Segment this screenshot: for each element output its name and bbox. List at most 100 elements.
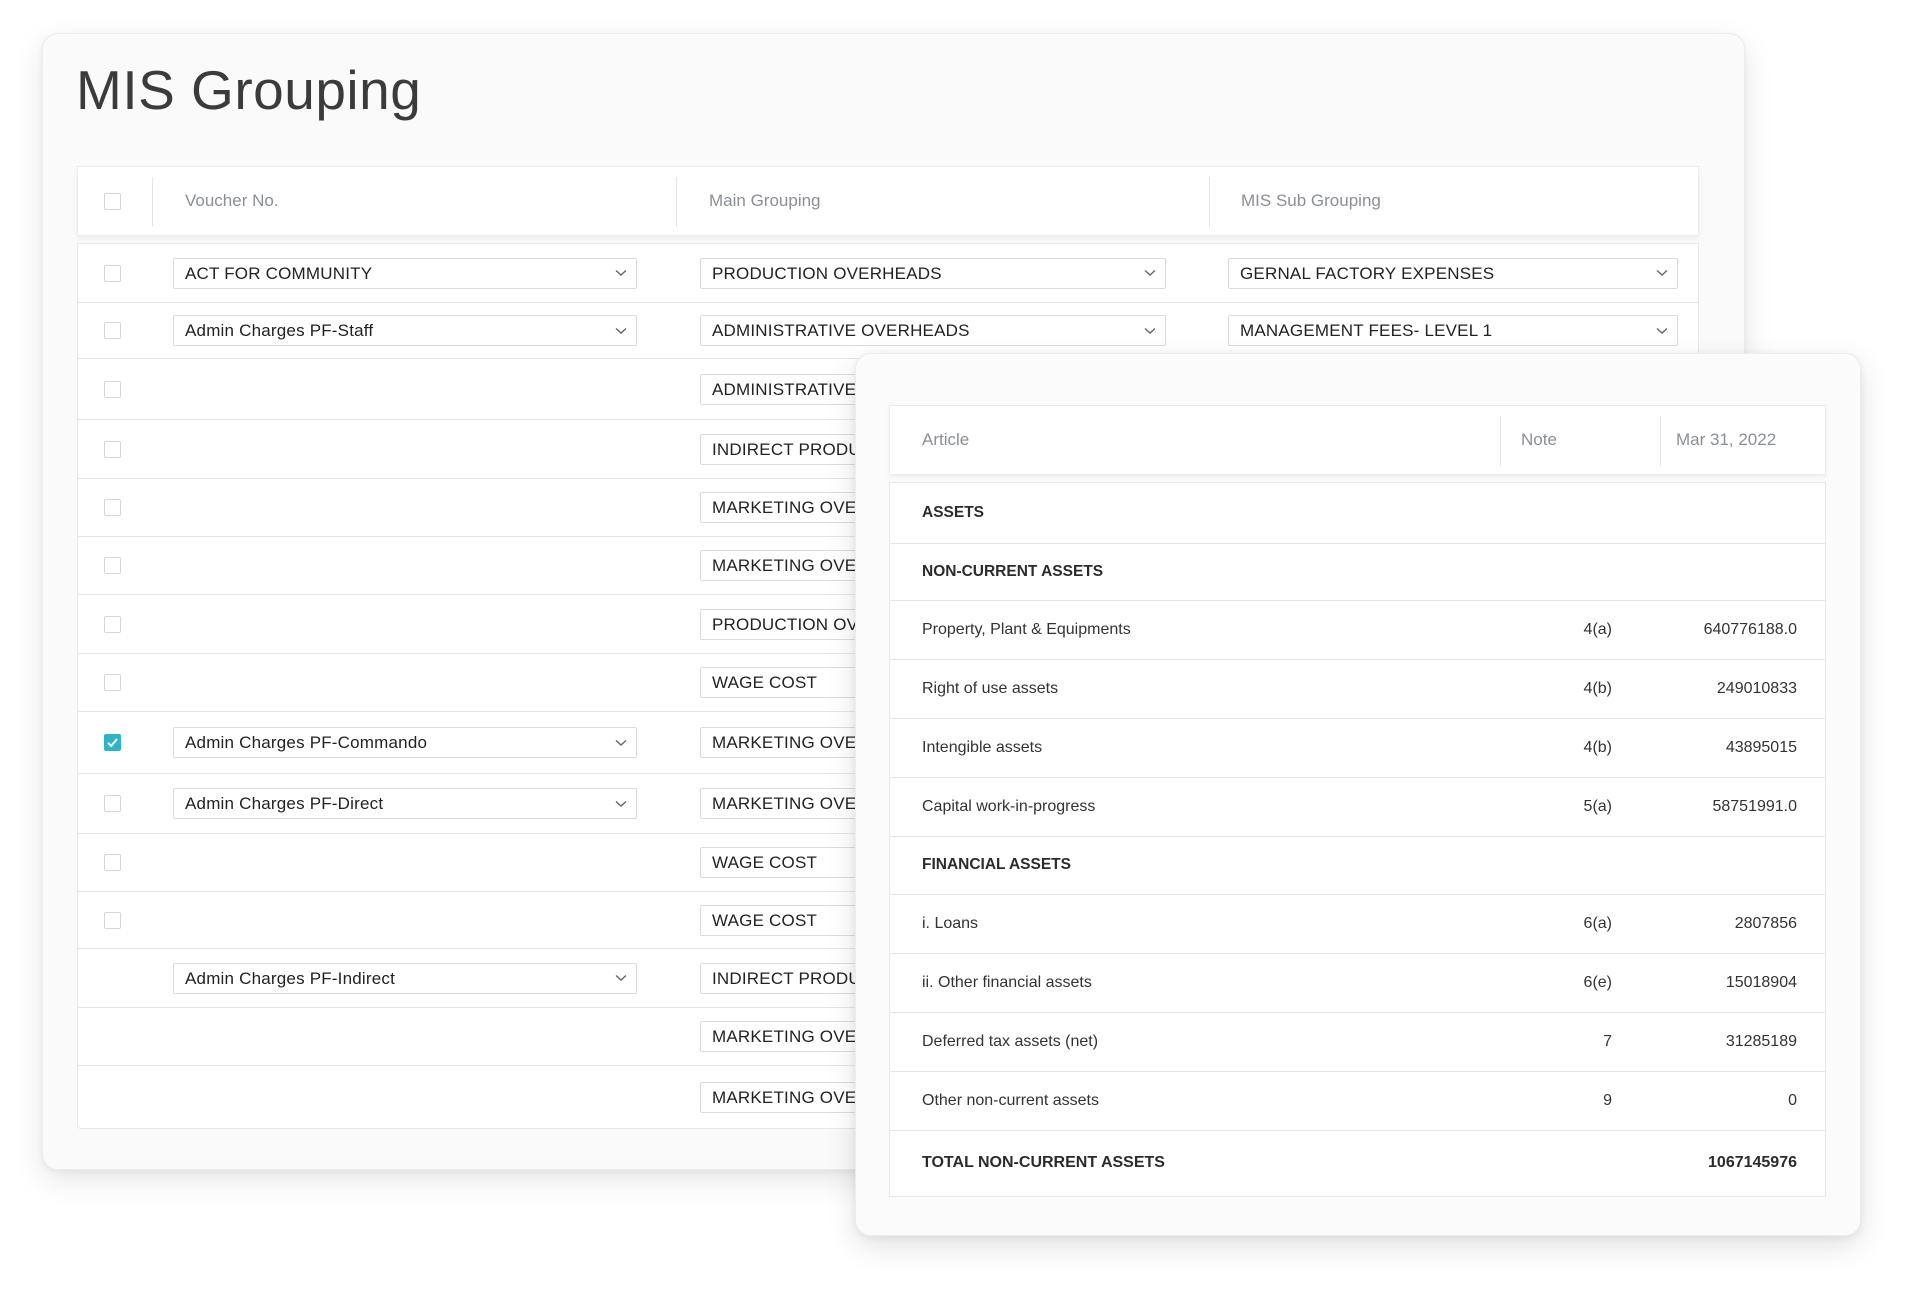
row-checkbox[interactable] [104, 854, 121, 871]
table-row: Deferred tax assets (net) 7 31285189 [890, 1013, 1825, 1072]
row-checkbox[interactable] [104, 674, 121, 691]
voucher-select-value: Admin Charges PF-Staff [185, 321, 374, 340]
header-voucher-no: Voucher No. [185, 191, 279, 210]
header-article: Article [922, 430, 970, 449]
article-cell: Deferred tax assets (net) [922, 1032, 1099, 1050]
main-grouping-select-value: PRODUCTION OVERHEADS [712, 263, 942, 283]
article-cell: i. Loans [922, 914, 979, 932]
article-cell: Intengible assets [922, 738, 1043, 756]
sub-grouping-select[interactable]: GERNAL FACTORY EXPENSES [1228, 257, 1678, 289]
section-row: FINANCIAL ASSETS [890, 837, 1825, 895]
value-cell: 249010833 [1716, 679, 1797, 697]
header-date: Mar 31, 2022 [1676, 430, 1777, 449]
main-grouping-select[interactable]: PRODUCTION OVERHEADS [700, 257, 1166, 289]
column-divider [1500, 416, 1501, 466]
value-cell: 15018904 [1725, 973, 1797, 991]
main-grouping-select-value: MARKETING OVER [712, 794, 869, 813]
row-checkbox[interactable] [104, 380, 121, 398]
chevron-down-icon [615, 259, 627, 288]
header-mis-sub-grouping: MIS Sub Grouping [1241, 191, 1381, 210]
header-note: Note [1521, 430, 1557, 449]
main-grouping-select-value: ADMINISTRATIVE O [712, 379, 875, 399]
table-row: i. Loans 6(a) 2807856 [890, 895, 1825, 954]
note-cell: 4(b) [1583, 738, 1612, 756]
voucher-select[interactable]: ACT FOR COMMUNITY [173, 257, 637, 289]
row-checkbox[interactable] [104, 734, 121, 751]
voucher-select[interactable]: Admin Charges PF-Direct [173, 788, 637, 819]
balance-table-body: ASSETS NON-CURRENT ASSETS Property, Plant … [889, 482, 1826, 1197]
voucher-select-value: Admin Charges PF-Commando [185, 733, 428, 752]
main-grouping-select-value: ADMINISTRATIVE OVERHEADS [712, 321, 970, 340]
chevron-down-icon [615, 964, 627, 993]
chevron-down-icon [1656, 259, 1668, 288]
note-cell: 9 [1603, 1091, 1612, 1109]
chevron-down-icon [615, 316, 627, 345]
main-grouping-select-value: WAGE COST [712, 853, 818, 872]
article-cell: TOTAL NON-CURRENT ASSETS [922, 1154, 1165, 1171]
article-cell: FINANCIAL ASSETS [922, 856, 1071, 873]
chevron-down-icon [1656, 316, 1668, 345]
main-grouping-select-value: WAGE COST [712, 910, 818, 930]
note-cell: 4(a) [1583, 620, 1612, 638]
table-row: Admin Charges PF-Staff ADMINISTRATIVE OVE… [78, 303, 1698, 359]
value-cell: 2807856 [1734, 914, 1797, 932]
value-cell: 1067145976 [1708, 1154, 1797, 1171]
row-checkbox[interactable] [104, 911, 121, 929]
total-row: TOTAL NON-CURRENT ASSETS 1067145976 [890, 1131, 1825, 1197]
main-grouping-select-value: MARKETING OVER [712, 1088, 869, 1107]
sub-grouping-select[interactable]: MANAGEMENT FEES- LEVEL 1 [1228, 315, 1678, 346]
voucher-select-value: Admin Charges PF-Indirect [185, 968, 396, 988]
section-row: NON-CURRENT ASSETS [890, 544, 1825, 601]
select-all-checkbox[interactable] [104, 193, 121, 210]
main-grouping-select-value: WAGE COST [712, 673, 818, 692]
value-cell: 43895015 [1725, 738, 1797, 756]
sub-grouping-select-value: MANAGEMENT FEES- LEVEL 1 [1240, 321, 1493, 340]
voucher-select-value: ACT FOR COMMUNITY [185, 263, 373, 283]
table-row: Property, Plant & Equipments 4(a) 64077618… [890, 601, 1825, 660]
voucher-select[interactable]: Admin Charges PF-Indirect [173, 962, 637, 994]
row-checkbox[interactable] [104, 499, 121, 516]
article-cell: ASSETS [922, 503, 985, 521]
grouping-table-header: Voucher No. Main Grouping MIS Sub Groupi… [77, 166, 1699, 236]
note-cell: 5(a) [1583, 797, 1612, 815]
row-checkbox[interactable] [104, 795, 121, 812]
main-grouping-select-value: MARKETING OVER [712, 556, 869, 575]
section-row: ASSETS [890, 483, 1825, 544]
article-cell: ii. Other financial assets [922, 973, 1092, 991]
column-divider [676, 177, 677, 227]
column-divider [152, 177, 153, 227]
table-row: Intengible assets 4(b) 43895015 [890, 719, 1825, 778]
article-cell: Property, Plant & Equipments [922, 620, 1131, 638]
table-row: ACT FOR COMMUNITY PRODUCTION OVERHEADS GER… [78, 244, 1698, 303]
row-checkbox[interactable] [104, 615, 121, 633]
header-main-grouping: Main Grouping [709, 191, 821, 210]
main-grouping-select-value: MARKETING OVER [712, 733, 869, 752]
article-cell: Right of use assets [922, 679, 1059, 697]
main-grouping-select-value: MARKETING OVER [712, 1027, 869, 1046]
table-row: Right of use assets 4(b) 249010833 [890, 660, 1825, 719]
balance-table-header: Article Note Mar 31, 2022 [889, 405, 1826, 475]
value-cell: 58751991.0 [1712, 797, 1797, 815]
note-cell: 6(e) [1583, 973, 1612, 991]
sub-grouping-select-value: GERNAL FACTORY EXPENSES [1240, 263, 1495, 283]
chevron-down-icon [1144, 259, 1156, 288]
table-row: Other non-current assets 9 0 [890, 1072, 1825, 1131]
table-row: Capital work-in-progress 5(a) 58751991.0 [890, 778, 1825, 837]
article-cell: Other non-current assets [922, 1091, 1099, 1109]
voucher-select[interactable]: Admin Charges PF-Staff [173, 315, 637, 346]
row-checkbox[interactable] [104, 322, 121, 339]
main-grouping-select[interactable]: ADMINISTRATIVE OVERHEADS [700, 315, 1166, 346]
main-grouping-select-value: INDIRECT PRODUC [712, 968, 874, 988]
value-cell: 0 [1788, 1091, 1797, 1109]
note-cell: 6(a) [1583, 914, 1612, 932]
voucher-select[interactable]: Admin Charges PF-Commando [173, 727, 637, 758]
row-checkbox[interactable] [104, 264, 121, 282]
chevron-down-icon [1144, 316, 1156, 345]
row-checkbox[interactable] [104, 557, 121, 574]
article-cell: Capital work-in-progress [922, 797, 1096, 815]
voucher-select-value: Admin Charges PF-Direct [185, 794, 384, 813]
value-cell: 31285189 [1725, 1032, 1797, 1050]
column-divider [1660, 416, 1661, 466]
row-checkbox[interactable] [104, 440, 121, 458]
value-cell: 640776188.0 [1703, 620, 1797, 638]
